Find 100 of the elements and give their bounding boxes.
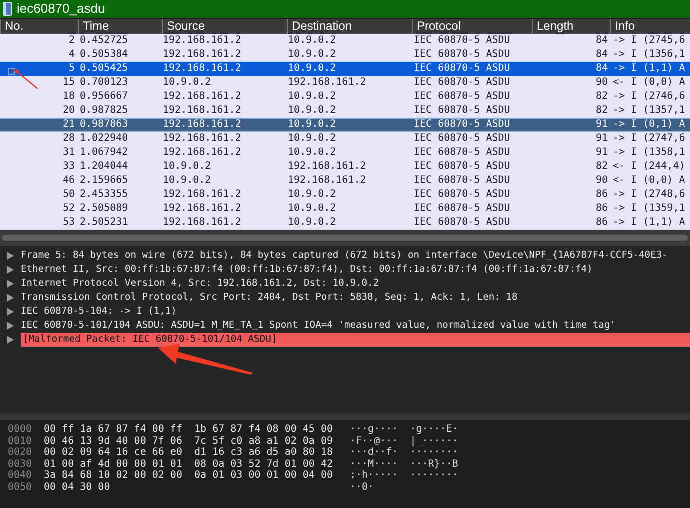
table-cell: <- I (244,4) (613, 161, 686, 173)
table-cell: 192.168.161.2 (163, 189, 242, 201)
table-cell: 31 (62, 147, 75, 159)
hex-bytes: 00 04 30 00 (44, 482, 112, 493)
table-cell: 90 (596, 175, 608, 187)
ascii-text: ··0· (350, 482, 374, 493)
table-cell: 10.9.0.2 (288, 203, 336, 215)
table-cell: 86 (596, 217, 608, 229)
table-cell: 10.9.0.2 (288, 35, 336, 47)
expand-triangle-icon[interactable] (7, 252, 14, 260)
table-cell: 21 (62, 119, 75, 131)
packet-row[interactable]: 5 0.505425 192.168.161.2 10.9.0.2 IEC 60870-5 ASDU 84 -> I (1,1) A (0, 62, 690, 76)
hex-bytes: 01 00 af 4d 00 00 01 01 08 0a 03 52 7d 01 00 42 (44, 458, 334, 470)
table-cell: 2.453355 (80, 189, 128, 201)
table-cell: 82 (596, 161, 608, 173)
table-cell: 84 (596, 35, 608, 47)
table-cell: 192.168.161.2 (163, 119, 242, 131)
packet-row[interactable]: 28 1.022940 192.168.161.2 10.9.0.2 IEC 60870-5 ASDU 91 -> I (2747,6 (0, 132, 690, 146)
expand-triangle-icon[interactable] (7, 308, 14, 316)
table-cell: IEC 60870-5 ASDU (414, 63, 510, 75)
expand-triangle-icon[interactable] (7, 294, 14, 302)
ascii-text: ···M···· ···R}··B (350, 458, 458, 470)
table-cell: 192.168.161.2 (163, 133, 242, 145)
table-cell: -> I (1359,1 (613, 203, 686, 215)
packet-row[interactable]: 46 2.159665 10.9.0.2 192.168.161.2 IEC 60870-5 ASDU 90 <- I (0,0) A (0, 174, 690, 188)
table-cell: 10.9.0.2 (288, 189, 336, 201)
table-cell: -> I (0,1) A (613, 119, 686, 131)
table-cell: 0.505384 (80, 49, 128, 61)
packet-row[interactable]: 2 0.452725 192.168.161.2 10.9.0.2 IEC 60870-5 ASDU 84 -> I (2745,6 (0, 34, 690, 48)
annotation-arrow (13, 69, 39, 90)
expand-triangle-icon[interactable] (7, 266, 14, 274)
table-cell: -> I (2746,6 (613, 91, 686, 103)
table-cell: <- I (0,0) A (613, 175, 686, 187)
table-cell: 192.168.161.2 (163, 105, 242, 117)
display-filter-field[interactable]: iec60870_asdu (0, 0, 690, 19)
table-cell: 192.168.161.2 (288, 175, 366, 187)
table-cell: 0.700123 (80, 77, 128, 89)
tree-item[interactable]: IEC 60870-5-101/104 ASDU: ASDU=1 M_ME_TA_1 Spont IOA=4 'measured value, normalized value with time tag' (21, 319, 616, 333)
hex-bytes: 00 02 09 64 16 ce 66 e0 d1 16 c3 a6 d5 a0 80 18 (44, 447, 334, 458)
table-cell: -> I (2748,6 (613, 189, 686, 201)
packet-row[interactable]: 15 0.700123 10.9.0.2 192.168.161.2 IEC 60870-5 ASDU 90 <- I (0,0) A (0, 76, 690, 90)
bookmark-icon[interactable] (3, 2, 12, 16)
expand-triangle-icon[interactable] (7, 322, 14, 330)
packet-row[interactable]: 53 2.505231 192.168.161.2 10.9.0.2 IEC 60870-5 ASDU 86 -> I (1,1) A (0, 216, 690, 230)
table-cell: 192.168.161.2 (163, 91, 242, 103)
table-cell: 192.168.161.2 (163, 49, 242, 61)
table-cell: 1.204044 (80, 161, 128, 173)
table-cell: 52 (62, 203, 75, 215)
table-cell: 4 (68, 49, 75, 61)
tree-item[interactable]: Transmission Control Protocol, Src Port: 2404, Dst Port: 5838, Seq: 1, Ack: 1, Len: 18 (21, 291, 518, 305)
table-cell: 0.987863 (80, 119, 128, 131)
table-cell: 33 (62, 161, 75, 173)
table-cell: 28 (62, 133, 75, 145)
table-cell: IEC 60870-5 ASDU (414, 35, 510, 47)
packet-row[interactable]: 21 0.987863 192.168.161.2 10.9.0.2 IEC 60870-5 ASDU 91 -> I (0,1) A (0, 118, 690, 132)
hex-offset: 0030 (7, 458, 34, 470)
hex-bytes: 00 ff 1a 67 87 f4 00 ff 1b 67 87 f4 08 00 45 00 (44, 424, 334, 436)
tree-item[interactable]: Ethernet II, Src: 00:ff:1b:67:87:f4 (00:ff:1b:67:87:f4), Dst: 00:ff:1a:67:87:f4 (00:ff:1a:67:87:f4) (21, 263, 593, 277)
tree-item[interactable]: IEC 60870-5-104: -> I (1,1) (21, 305, 177, 319)
table-cell: 192.168.161.2 (288, 161, 366, 173)
packet-row[interactable]: 4 0.505384 192.168.161.2 10.9.0.2 IEC 60870-5 ASDU 84 -> I (1356,1 (0, 48, 690, 62)
table-cell: IEC 60870-5 ASDU (414, 91, 510, 103)
table-cell: 46 (62, 175, 75, 187)
table-cell: 10.9.0.2 (288, 63, 336, 75)
table-cell: <- I (0,0) A (613, 77, 686, 89)
ascii-text: ···d··f· ········ (350, 447, 458, 458)
table-cell: 91 (596, 119, 608, 131)
table-cell: 84 (596, 63, 608, 75)
hex-bytes: 00 46 13 9d 40 00 7f 06 7c 5f c0 a8 a1 02 0a 09 (44, 436, 334, 447)
table-cell: 91 (596, 133, 608, 145)
hex-bytes: 3a 84 68 10 02 00 02 00 0a 01 03 00 01 00 04 00 (44, 470, 334, 482)
table-cell: 2.505231 (80, 217, 128, 229)
table-cell: 192.168.161.2 (163, 63, 242, 75)
expand-triangle-icon[interactable] (7, 336, 14, 344)
table-cell: 10.9.0.2 (288, 49, 336, 61)
packet-row[interactable]: 50 2.453355 192.168.161.2 10.9.0.2 IEC 60870-5 ASDU 86 -> I (2748,6 (0, 188, 690, 202)
tree-item[interactable]: Internet Protocol Version 4, Src: 192.168.161.2, Dst: 10.9.0.2 (21, 277, 380, 291)
hex-offset: 0020 (7, 447, 34, 458)
table-cell: 91 (596, 147, 608, 159)
table-cell: 10.9.0.2 (288, 217, 336, 229)
table-cell: IEC 60870-5 ASDU (414, 49, 510, 61)
packet-row[interactable]: 33 1.204044 10.9.0.2 192.168.161.2 IEC 60870-5 ASDU 82 <- I (244,4) (0, 160, 690, 174)
table-cell: -> I (1356,1 (613, 49, 686, 61)
table-cell: 53 (62, 217, 75, 229)
packet-row[interactable]: 31 1.067942 192.168.161.2 10.9.0.2 IEC 60870-5 ASDU 91 -> I (1358,1 (0, 146, 690, 160)
table-cell: 86 (596, 189, 608, 201)
packet-row[interactable]: 52 2.505089 192.168.161.2 10.9.0.2 IEC 60870-5 ASDU 86 -> I (1359,1 (0, 202, 690, 216)
packet-row[interactable]: 18 0.956667 192.168.161.2 10.9.0.2 IEC 60870-5 ASDU 82 -> I (2746,6 (0, 90, 690, 104)
packet-row[interactable]: 20 0.987825 192.168.161.2 10.9.0.2 IEC 60870-5 ASDU 82 -> I (1357,1 (0, 104, 690, 118)
tree-item[interactable]: Frame 5: 84 bytes on wire (672 bits), 84 bytes captured (672 bits) on interface \Device\NPF_{1A6787F4-CCF5-40E3- (21, 249, 668, 263)
table-cell: 82 (596, 105, 608, 117)
table-cell: -> I (2745,6 (613, 35, 686, 47)
table-cell: 18 (62, 91, 75, 103)
table-cell: 84 (596, 49, 608, 61)
scrollbar[interactable] (2, 235, 688, 241)
table-cell: 86 (596, 203, 608, 215)
table-cell: IEC 60870-5 ASDU (414, 119, 510, 131)
tree-item[interactable]: [Malformed Packet: IEC 60870-5-101/104 ASDU] (21, 333, 690, 347)
expand-triangle-icon[interactable] (7, 280, 14, 288)
table-cell: 10.9.0.2 (163, 175, 212, 187)
